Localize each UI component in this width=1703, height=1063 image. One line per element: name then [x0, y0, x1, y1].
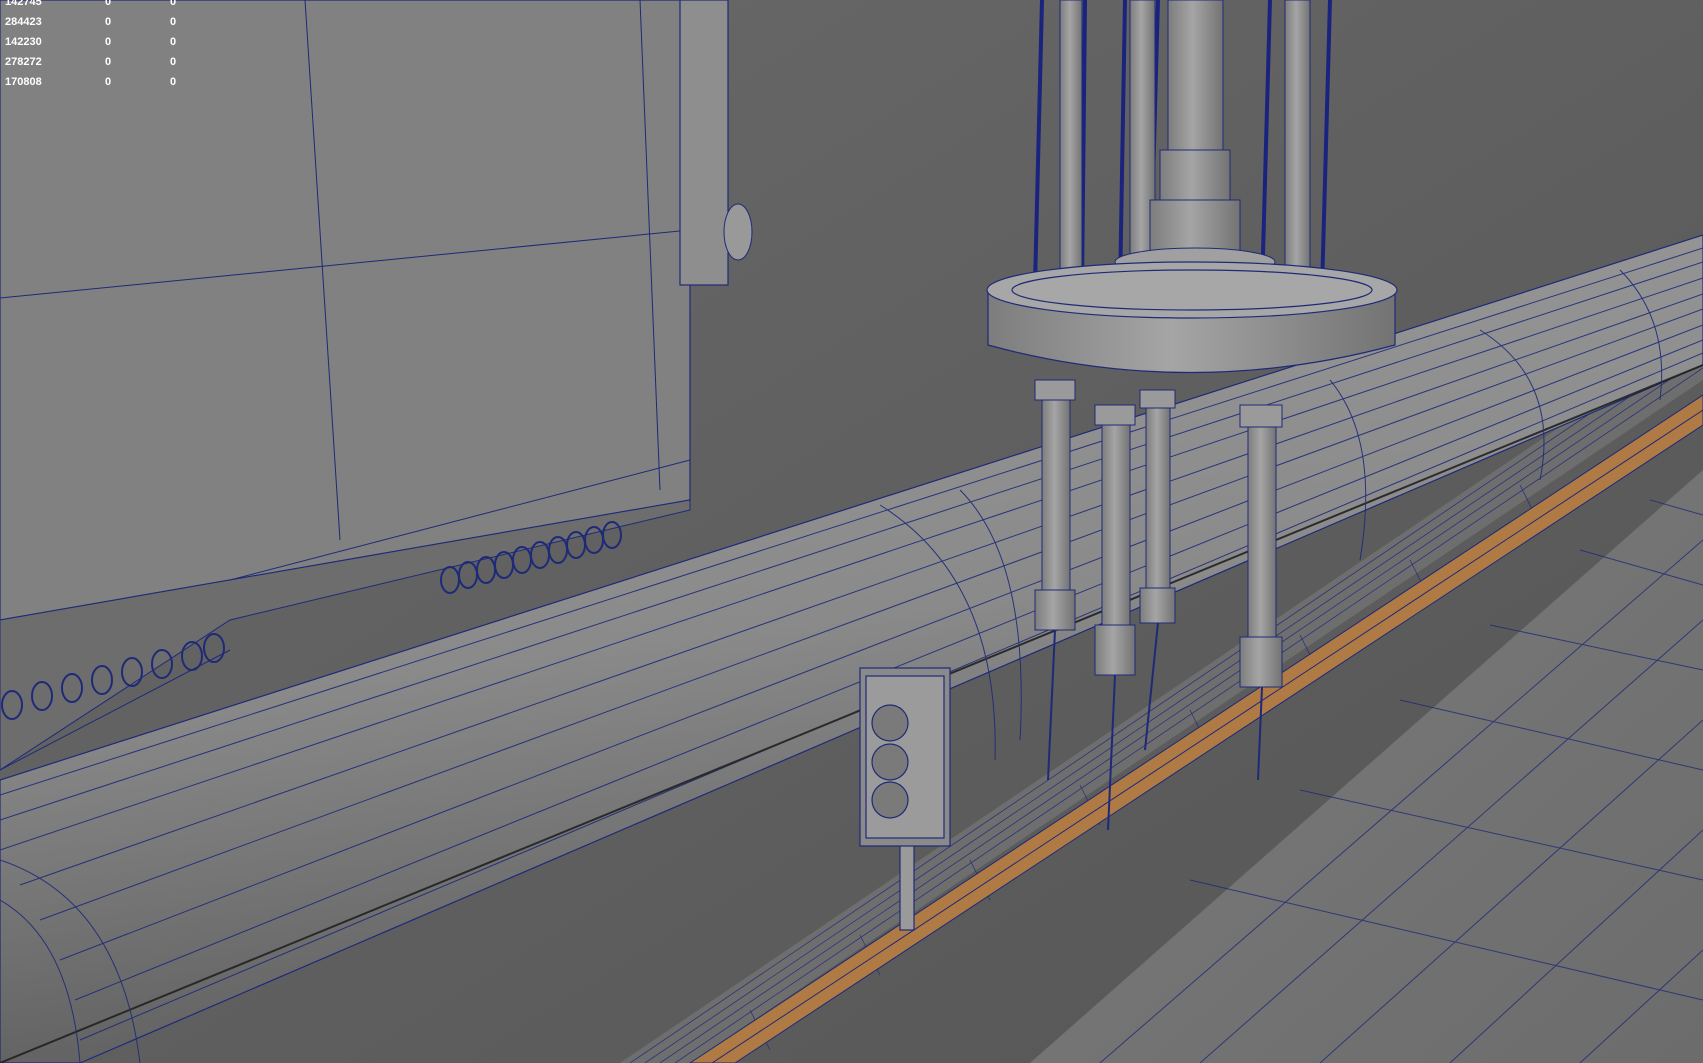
wireframe-scene[interactable] [0, 0, 1703, 1063]
bracket-knob [723, 203, 753, 261]
ring-disk [986, 261, 1398, 374]
stats-cell-b: 0 [170, 56, 177, 68]
stats-cell-a: 0 [105, 0, 112, 8]
panel-bracket [679, 0, 729, 286]
stats-cell-label: 170808 [5, 76, 42, 88]
stats-cell-b: 0 [170, 0, 177, 8]
stats-cell-label: 142745 [5, 0, 42, 8]
stats-cell-a: 0 [105, 36, 112, 48]
stats-cell-label: 284423 [5, 16, 42, 28]
stats-cell-label: 278272 [5, 56, 42, 68]
3d-viewport[interactable]: 142745 0 0 284423 0 0 142230 0 0 278272 0 0 170808 0 0 [0, 0, 1703, 1063]
stats-cell-a: 0 [105, 76, 112, 88]
stats-cell-b: 0 [170, 36, 177, 48]
stats-cell-label: 142230 [5, 36, 42, 48]
stats-cell-a: 0 [105, 16, 112, 28]
stats-cell-b: 0 [170, 76, 177, 88]
stats-cell-a: 0 [105, 56, 112, 68]
stats-cell-b: 0 [170, 16, 177, 28]
